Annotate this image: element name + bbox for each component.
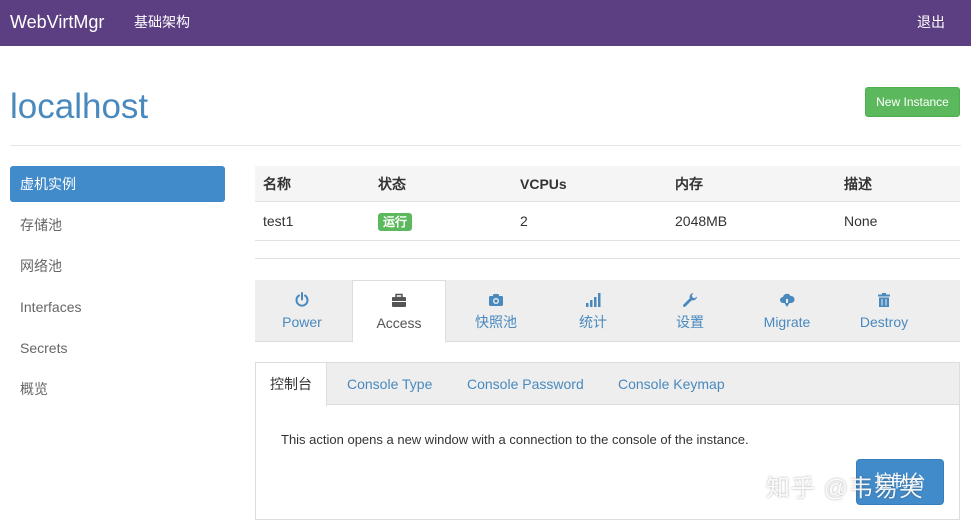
logout-link[interactable]: 退出 [917,13,945,31]
briefcase-icon [392,293,406,307]
instance-table: 名称 状态 VCPUs 内存 描述 test1 运行 2 2048MB None [255,166,960,241]
console-description: This action opens a new window with a co… [281,432,749,447]
tab-settings-label: 设置 [676,314,704,330]
wrench-icon [683,293,697,307]
tab-access-label: Access [376,315,422,331]
sidebar-item-overview[interactable]: 概览 [10,371,225,407]
cell-name: test1 [263,213,294,229]
cell-status: 运行 [378,202,413,240]
column-header-name: 名称 [263,176,291,192]
sidebar-item-instances[interactable]: 虚机实例 [10,166,225,202]
cell-vcpus: 2 [520,213,528,229]
header-divider [10,145,961,146]
trash-icon [878,293,890,307]
tab-snapshots-label: 快照池 [475,314,517,330]
instance-action-tabs: Power Access 快照池 统计 设置 Migrate Destroy [255,280,960,343]
signal-icon [586,293,601,307]
sidebar-item-networks[interactable]: 网络池 [10,248,225,284]
sidebar-item-interfaces[interactable]: Interfaces [10,289,225,325]
status-badge: 运行 [378,213,413,231]
tab-migrate[interactable]: Migrate [740,280,834,342]
table-header-row: 名称 状态 VCPUs 内存 描述 [255,166,960,202]
tab-snapshots[interactable]: 快照池 [449,280,543,342]
tab-settings[interactable]: 设置 [643,280,737,342]
tab-console-password[interactable]: Console Password [453,363,598,405]
new-instance-button[interactable]: New Instance [865,87,960,117]
camera-icon [489,294,503,306]
column-header-status: 状态 [378,176,406,192]
power-icon [295,292,309,307]
top-navbar: WebVirtMgr 基础架构 退出 [0,0,971,46]
table-divider [255,258,960,259]
cell-memory: 2048MB [675,213,728,229]
sidebar: 虚机实例 存储池 网络池 Interfaces Secrets 概览 [10,166,225,412]
nav-infrastructure-link[interactable]: 基础架构 [134,13,190,31]
tab-access[interactable]: Access [352,280,446,343]
table-row: test1 运行 2 2048MB None [255,202,960,241]
column-header-vcpus: VCPUs [520,176,567,192]
column-header-memory: 内存 [675,176,703,192]
tab-destroy-label: Destroy [859,314,909,330]
tab-power[interactable]: Power [255,280,349,342]
console-sub-tabs: 控制台 Console Type Console Password Consol… [256,363,959,406]
cloud-download-icon [780,293,795,307]
tab-migrate-label: Migrate [763,314,811,330]
sidebar-item-secrets[interactable]: Secrets [10,330,225,366]
cell-description: None [844,213,878,229]
tab-destroy[interactable]: Destroy [837,280,931,342]
sidebar-item-storage[interactable]: 存储池 [10,207,225,243]
tab-console[interactable]: 控制台 [256,363,327,406]
tab-stats[interactable]: 统计 [546,280,640,342]
tab-console-keymap[interactable]: Console Keymap [604,363,739,405]
page-title: localhost [10,87,149,126]
column-header-description: 描述 [844,176,872,192]
tab-stats-label: 统计 [579,314,607,330]
tab-console-type[interactable]: Console Type [333,363,446,405]
tab-power-label: Power [282,314,322,330]
brand-link[interactable]: WebVirtMgr [10,11,104,33]
watermark: 知乎 @韦易笑 [766,475,925,502]
